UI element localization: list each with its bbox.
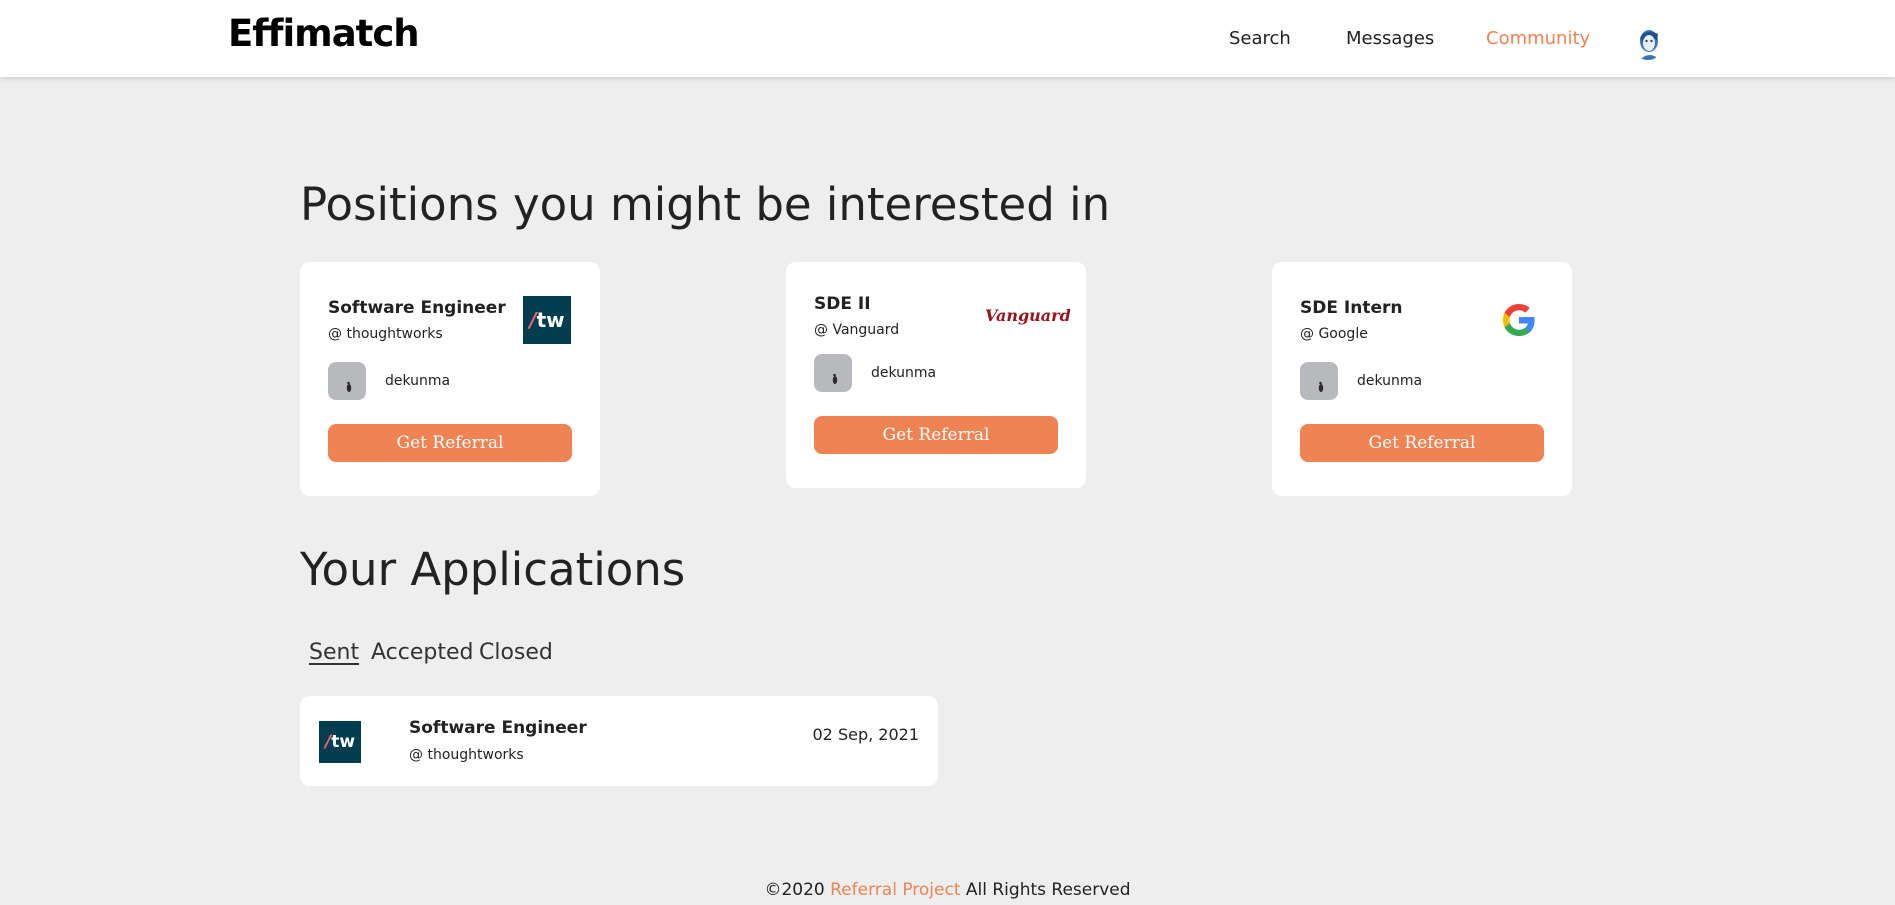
nav-community-link[interactable]: Community — [1486, 28, 1590, 49]
nav-search-link[interactable]: Search — [1229, 28, 1291, 49]
position-company: @ Vanguard — [814, 322, 900, 338]
referrer-name[interactable]: dekunma — [1357, 373, 1422, 389]
tab-closed[interactable]: Closed — [479, 640, 553, 665]
get-referral-button[interactable]: Get Referral — [1300, 424, 1544, 462]
referrer-avatar-icon[interactable] — [1300, 362, 1338, 400]
footer-copyright: ©2020 — [764, 880, 825, 900]
positions-heading: Positions you might be interested in — [300, 178, 1111, 231]
application-title: Software Engineer — [409, 718, 587, 738]
google-g-icon — [1499, 300, 1539, 340]
brand-logo[interactable]: Effimatch — [228, 12, 420, 55]
applications-heading: Your Applications — [300, 543, 686, 596]
position-card: SDE II @ Vanguard Vanguard dekunma Get R… — [786, 262, 1086, 488]
application-row[interactable]: / tw Software Engineer @ thoughtworks 02 … — [300, 696, 938, 786]
referrer-name[interactable]: dekunma — [385, 373, 450, 389]
get-referral-button[interactable]: Get Referral — [328, 424, 572, 462]
top-navbar: Effimatch Search Messages Community — [0, 0, 1895, 77]
thoughtworks-logo: / tw — [523, 296, 571, 344]
referrer-avatar-icon[interactable] — [814, 354, 852, 392]
referrer-avatar-icon[interactable] — [328, 362, 366, 400]
user-avatar-icon[interactable] — [1632, 26, 1664, 60]
application-company: @ thoughtworks — [409, 747, 524, 763]
position-card: Software Engineer @ thoughtworks / tw dek… — [300, 262, 600, 496]
referrer-name[interactable]: dekunma — [871, 365, 936, 381]
position-company: @ thoughtworks — [328, 326, 443, 342]
footer-rights: All Rights Reserved — [965, 880, 1131, 900]
application-date: 02 Sep, 2021 — [812, 725, 920, 744]
footer-project-link[interactable]: Referral Project — [830, 880, 960, 900]
get-referral-button[interactable]: Get Referral — [814, 416, 1058, 454]
position-title: SDE Intern — [1300, 298, 1403, 318]
nav-messages-link[interactable]: Messages — [1346, 28, 1434, 49]
footer: ©2020 Referral Project All Rights Reserv… — [0, 880, 1895, 900]
tab-sent[interactable]: Sent — [309, 640, 359, 665]
thoughtworks-logo-text: tw — [331, 732, 356, 752]
position-title: SDE II — [814, 294, 871, 314]
position-title: Software Engineer — [328, 298, 506, 318]
thoughtworks-logo: / tw — [319, 721, 361, 763]
position-card: SDE Intern @ Google dekunma Get Referral — [1272, 262, 1572, 496]
vanguard-logo: Vanguard — [985, 306, 1071, 325]
position-company: @ Google — [1300, 326, 1368, 342]
thoughtworks-logo-text: tw — [536, 308, 565, 332]
tab-accepted[interactable]: Accepted — [371, 640, 473, 665]
